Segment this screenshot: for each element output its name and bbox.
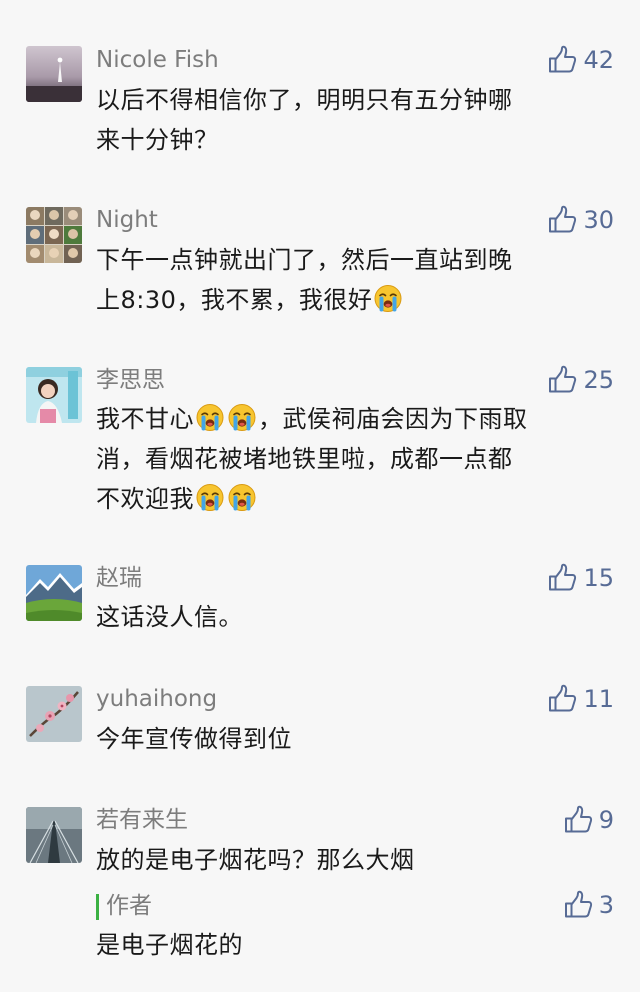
- like-count: 15: [583, 564, 614, 592]
- comment-text: 放的是电子烟花吗？那么大烟: [96, 840, 606, 880]
- comment-text: 以后不得相信你了，明明只有五分钟哪 来十分钟？: [96, 80, 606, 160]
- like-button[interactable]: 30: [547, 203, 614, 237]
- like-button[interactable]: 25: [547, 363, 614, 397]
- like-button[interactable]: 42: [547, 43, 614, 77]
- comment-text: 我不甘心 ，武侯祠庙会因为下雨取 消，看烟花被堵地铁里啦，成都一点都 不欢迎我: [96, 399, 606, 519]
- thumbs-up-icon: [547, 205, 577, 235]
- like-count: 25: [583, 366, 614, 394]
- comment-text: 下午一点钟就出门了，然后一直站到晚 上8:30，我不累，我很好: [96, 240, 606, 320]
- comment-line: 今年宣传做得到位: [96, 725, 292, 753]
- commenter-name[interactable]: yuhaihong: [96, 684, 217, 714]
- commenter-name[interactable]: 若有来生: [96, 805, 188, 835]
- comment-line: 我不甘心 ，武侯祠庙会因为下雨取: [96, 399, 606, 439]
- commenter-name[interactable]: Night: [96, 205, 158, 235]
- avatar[interactable]: [26, 367, 82, 423]
- thumbs-up-icon: [547, 684, 577, 714]
- comment-line: 来十分钟？: [96, 126, 219, 154]
- author-label: 作者: [106, 893, 152, 919]
- author-reply-marker: [96, 894, 99, 920]
- comment-text: 今年宣传做得到位: [96, 719, 606, 759]
- comment-line: 这话没人信。: [96, 603, 243, 631]
- commenter-name[interactable]: 李思思: [96, 365, 165, 395]
- comment-line: 放的是电子烟花吗？那么大烟: [96, 846, 415, 874]
- crying-face-icon: [227, 483, 257, 513]
- avatar[interactable]: [26, 807, 82, 863]
- avatar[interactable]: [26, 207, 82, 263]
- comment-line: 上8:30，我不累，我很好: [96, 280, 606, 320]
- comment-line-text: 我不甘心: [96, 405, 194, 433]
- comment-line: 不欢迎我: [96, 479, 606, 519]
- crying-face-icon: [195, 483, 225, 513]
- thumbs-up-icon: [563, 890, 593, 920]
- thumbs-up-icon: [563, 805, 593, 835]
- reply-like-button[interactable]: 3: [563, 888, 614, 922]
- crying-face-icon: [195, 403, 225, 433]
- like-count: 9: [598, 806, 614, 834]
- avatar[interactable]: [26, 686, 82, 742]
- like-button[interactable]: 9: [563, 803, 614, 837]
- thumbs-up-icon: [547, 365, 577, 395]
- comment-line: 消，看烟花被堵地铁里啦，成都一点都: [96, 445, 513, 473]
- like-count: 30: [583, 206, 614, 234]
- like-count: 42: [583, 46, 614, 74]
- reply-text: 是电子烟花的: [96, 931, 243, 959]
- like-count: 3: [598, 891, 614, 919]
- thumbs-up-icon: [547, 563, 577, 593]
- comment-line-text: ，武侯祠庙会因为下雨取: [258, 405, 528, 433]
- like-count: 11: [583, 685, 614, 713]
- comment-line-text: 上8:30，我不累，我很好: [96, 286, 373, 314]
- comment-line: 以后不得相信你了，明明只有五分钟哪: [96, 86, 513, 114]
- comment-text: 这话没人信。: [96, 597, 606, 637]
- comment-line: 下午一点钟就出门了，然后一直站到晚: [96, 246, 513, 274]
- comment-line-text: 不欢迎我: [96, 485, 194, 513]
- avatar[interactable]: [26, 46, 82, 102]
- crying-face-icon: [227, 403, 257, 433]
- like-button[interactable]: 15: [547, 561, 614, 595]
- commenter-name[interactable]: Nicole Fish: [96, 45, 219, 75]
- crying-face-icon: [373, 284, 403, 314]
- avatar[interactable]: [26, 565, 82, 621]
- like-button[interactable]: 11: [547, 682, 614, 716]
- commenter-name[interactable]: 赵瑞: [96, 563, 142, 593]
- thumbs-up-icon: [547, 45, 577, 75]
